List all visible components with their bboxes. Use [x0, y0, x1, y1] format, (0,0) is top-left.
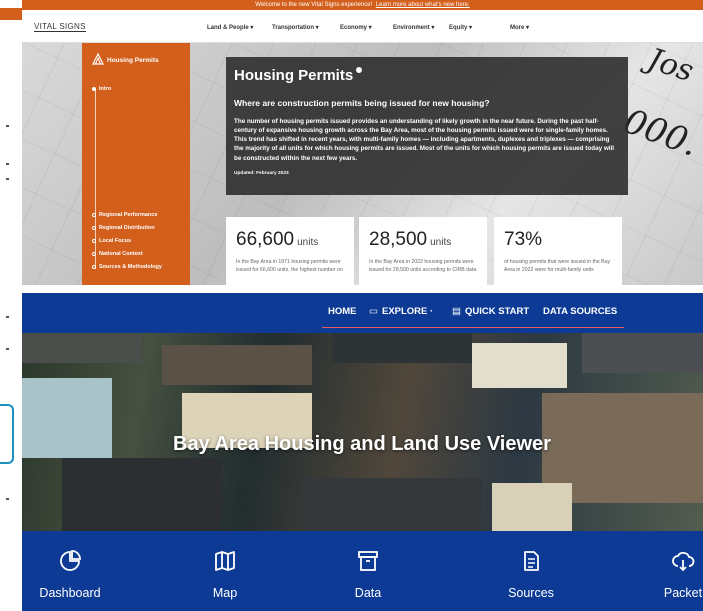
nav-explore[interactable]: ▭ EXPLORE · [369, 306, 433, 317]
house-wall [22, 378, 112, 458]
strip-fragment [6, 125, 9, 127]
document-icon [524, 551, 539, 571]
nav-transportation[interactable]: Transportation ▾ [272, 24, 319, 31]
strip-orange-fragment [0, 8, 22, 20]
nav-equity[interactable]: Equity ▾ [449, 24, 472, 31]
section-sidebar: Housing Permits Intro Regional Performan… [82, 43, 190, 285]
house-wall [472, 343, 567, 388]
strip-fragment [6, 316, 9, 318]
house-roof [302, 478, 482, 531]
sidebar-item-regional-distribution[interactable]: Regional Distribution [92, 225, 155, 231]
explore-icon: ▭ [369, 306, 378, 317]
quick-link-data[interactable]: Data [313, 531, 423, 611]
house-roof [582, 333, 703, 373]
quick-link-label: Map [212, 586, 238, 600]
nav-more[interactable]: More ▾ [510, 24, 529, 31]
map-icon [215, 551, 235, 571]
strip-fragment [6, 163, 9, 165]
strip-fragment [6, 348, 9, 350]
nav-underline [322, 327, 624, 328]
strip-teal-fragment [0, 404, 14, 464]
house-wall [492, 483, 572, 531]
quick-link-label: Data [354, 586, 382, 600]
background-handwriting: Jos [643, 41, 698, 90]
intro-question: Where are construction permits being iss… [234, 98, 490, 108]
bullet-icon [92, 212, 96, 217]
nav-land-people[interactable]: Land & People ▾ [207, 24, 253, 31]
house-roof [332, 333, 472, 363]
nav-home[interactable]: HOME [328, 306, 357, 317]
neighborhood-photo: Bay Area Housing and Land Use Viewer [22, 333, 703, 531]
banner-link[interactable]: Learn more about what's new here. [376, 2, 470, 8]
quick-link-label: Dashboard [39, 586, 101, 600]
bullet-icon [92, 225, 96, 230]
intro-panel: Housing Permits Where are construction p… [226, 57, 628, 195]
house-roof [62, 458, 222, 531]
pie-chart-icon [60, 550, 81, 571]
banner-text: Welcome to the new Vital Signs experienc… [255, 2, 373, 8]
bullet-icon [92, 86, 96, 91]
quick-link-packet[interactable]: Packet [628, 531, 703, 611]
sidebar-item-national-context[interactable]: National Context [92, 251, 143, 257]
sidebar-item-regional-performance[interactable]: Regional Performance [92, 212, 157, 218]
house-roof [22, 333, 142, 363]
quick-link-map[interactable]: Map [170, 531, 280, 611]
archive-icon [358, 551, 378, 571]
house-roof [162, 345, 312, 385]
page-title: Housing Permits [234, 67, 620, 84]
vital-signs-screenshot: Welcome to the new Vital Signs experienc… [22, 0, 703, 285]
sidebar-item-intro[interactable]: Intro [92, 86, 111, 92]
quick-link-label: Packet [663, 586, 703, 600]
info-icon[interactable] [356, 67, 363, 73]
bullet-icon [92, 264, 96, 269]
quick-links-bar: Dashboard Map Data Sources Packet [22, 531, 703, 611]
stat-card: 66,600 units In the Bay Area in 1971 hous… [226, 217, 354, 285]
stat-value: 73% [504, 229, 543, 250]
sidebar-title: Housing Permits [107, 57, 159, 64]
strip-fragment [6, 178, 9, 180]
nav-economy[interactable]: Economy ▾ [340, 24, 372, 31]
updated-date: Updated: February 2023 [234, 170, 289, 176]
quick-link-label: Sources [508, 586, 554, 600]
quick-link-sources[interactable]: Sources [476, 531, 586, 611]
viewer-navbar: HOME ▭ EXPLORE · ▤ QUICK START DATA SOURCE… [22, 293, 703, 333]
nav-quick-start[interactable]: ▤ QUICK START [452, 306, 529, 317]
background-handwriting: 000. [618, 101, 703, 165]
stat-card: 73% of housing permits that were issued … [494, 217, 622, 285]
stat-description: of housing permits that were issued in t… [504, 259, 611, 273]
cloud-download-icon [672, 551, 695, 572]
stat-value: 66,600 units [236, 229, 319, 250]
vital-signs-logo[interactable]: VITAL SIGNS [34, 22, 86, 32]
bullet-icon [92, 251, 96, 256]
vital-signs-navbar: VITAL SIGNS Land & People ▾ Transportati… [22, 10, 703, 43]
book-icon: ▤ [452, 306, 461, 317]
intro-body: The number of housing permits issued pro… [234, 118, 614, 162]
nav-data-sources[interactable]: DATA SOURCES [543, 306, 617, 317]
vital-signs-mark-icon [92, 53, 104, 65]
strip-fragment [6, 498, 9, 500]
stat-description: In the Bay Area in 1971 housing permits … [236, 259, 343, 273]
hero-title: Bay Area Housing and Land Use Viewer [173, 433, 551, 455]
stat-card: 28,500 units In the Bay Area in 2022 hous… [359, 217, 487, 285]
quick-link-dashboard[interactable]: Dashboard [22, 531, 125, 611]
left-clipped-strip [0, 0, 22, 611]
bullet-icon [92, 238, 96, 243]
stat-value: 28,500 units [369, 229, 452, 250]
sidebar-item-local-focus[interactable]: Local Focus [92, 238, 131, 244]
nav-environment[interactable]: Environment ▾ [393, 24, 434, 31]
sidebar-item-sources-methodology[interactable]: Sources & Methodology [92, 264, 162, 270]
announcement-banner: Welcome to the new Vital Signs experienc… [22, 0, 703, 10]
stat-description: In the Bay Area in 2022 housing permits … [369, 259, 477, 273]
housing-viewer-screenshot: HOME ▭ EXPLORE · ▤ QUICK START DATA SOURCE… [22, 293, 703, 611]
